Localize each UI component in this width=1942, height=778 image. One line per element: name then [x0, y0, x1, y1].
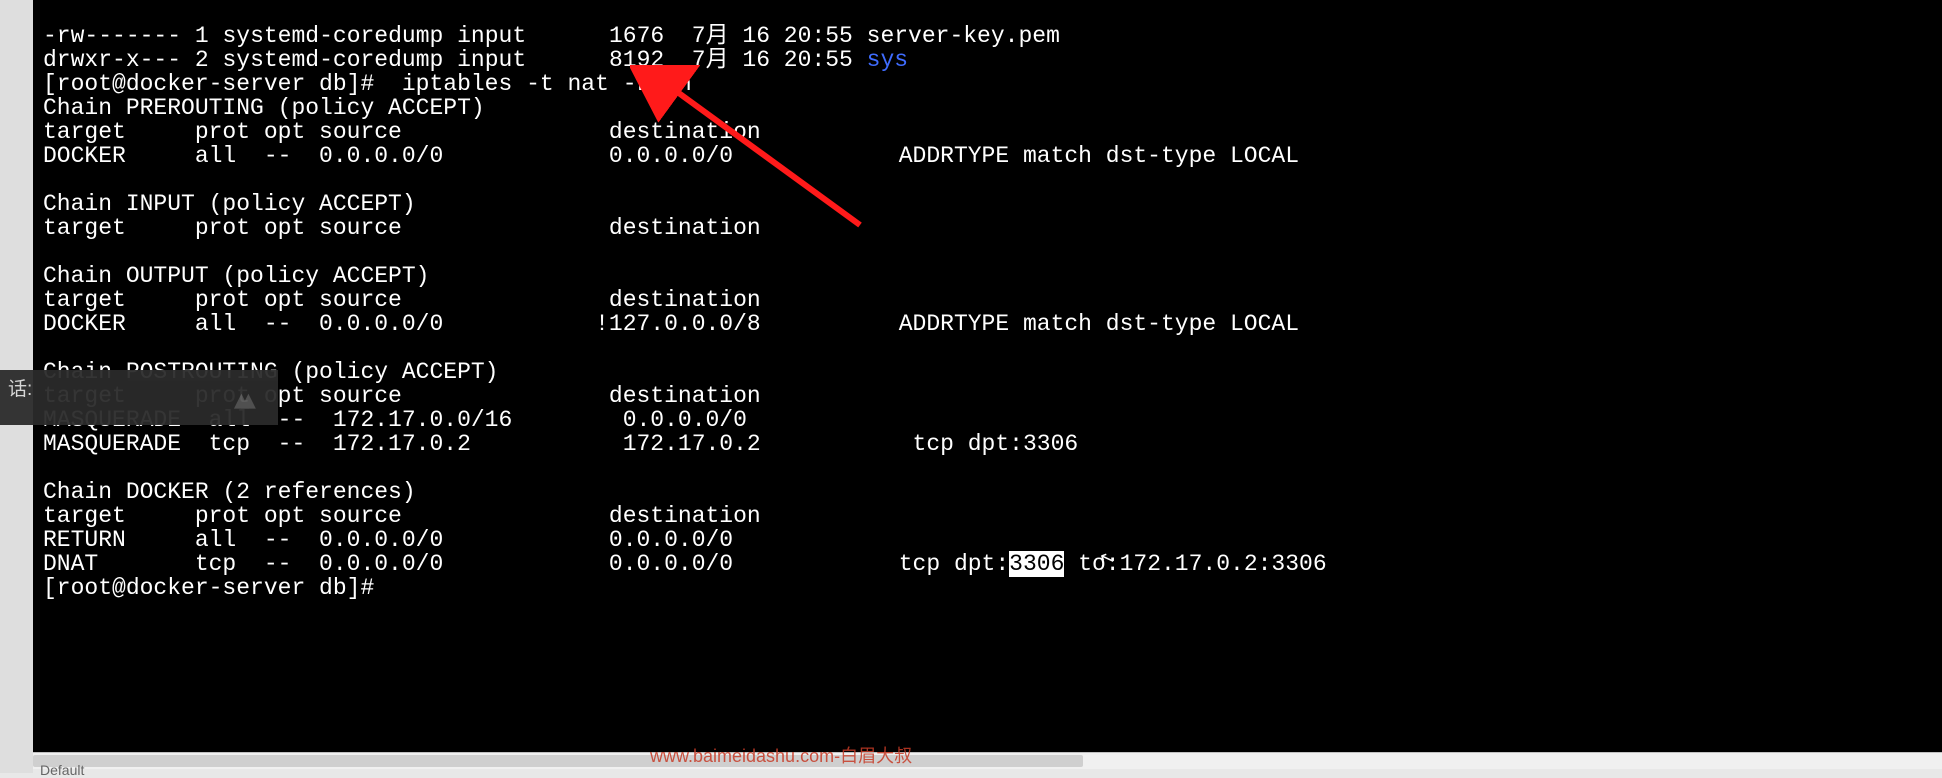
chain-row: DOCKER all -- 0.0.0.0/0 0.0.0.0/0 ADDRTY… — [43, 143, 1299, 169]
ls-row: drwxr-x--- 2 systemd-coredump input 8192… — [43, 47, 908, 73]
chevron-up-icon: ▴▴ — [234, 380, 248, 420]
chain-row: MASQUERADE tcp -- 172.17.0.2 172.17.0.2 … — [43, 431, 1078, 457]
ime-overlay: 话: ▴▴ — [0, 370, 278, 425]
horizontal-scrollbar[interactable] — [33, 752, 1942, 769]
terminal[interactable]: -rw------- 1 systemd-coredump input 1676… — [33, 0, 1942, 753]
dir-name: sys — [867, 47, 908, 73]
chain-columns: target prot opt source destination — [43, 503, 761, 529]
ime-label: 话: — [8, 379, 32, 400]
chain-row: RETURN all -- 0.0.0.0/0 0.0.0.0/0 — [43, 527, 733, 553]
scrollbar-thumb[interactable] — [33, 755, 1083, 767]
chain-columns: target prot opt source destination — [43, 119, 761, 145]
shell-prompt: [root@docker-server db]# iptables -t nat… — [43, 71, 692, 97]
chain-row: DOCKER all -- 0.0.0.0/0 !127.0.0.0/8 ADD… — [43, 311, 1299, 337]
chain-columns: target prot opt source destination — [43, 215, 761, 241]
chain-header: Chain DOCKER (2 references) — [43, 479, 416, 505]
ls-row: -rw------- 1 systemd-coredump input 1676… — [43, 23, 1060, 49]
chain-row: DNAT tcp -- 0.0.0.0/0 0.0.0.0/0 tcp dpt:… — [43, 551, 1327, 577]
chain-header: Chain OUTPUT (policy ACCEPT) — [43, 263, 429, 289]
tab-label[interactable]: Default — [40, 762, 84, 778]
chain-columns: target prot opt source destination — [43, 287, 761, 313]
shell-prompt: [root@docker-server db]# — [43, 575, 388, 601]
highlighted-port: 3306 — [1009, 551, 1064, 577]
terminal-output: -rw------- 1 systemd-coredump input 1676… — [43, 0, 1942, 624]
chain-header: Chain INPUT (policy ACCEPT) — [43, 191, 416, 217]
chain-header: Chain PREROUTING (policy ACCEPT) — [43, 95, 485, 121]
